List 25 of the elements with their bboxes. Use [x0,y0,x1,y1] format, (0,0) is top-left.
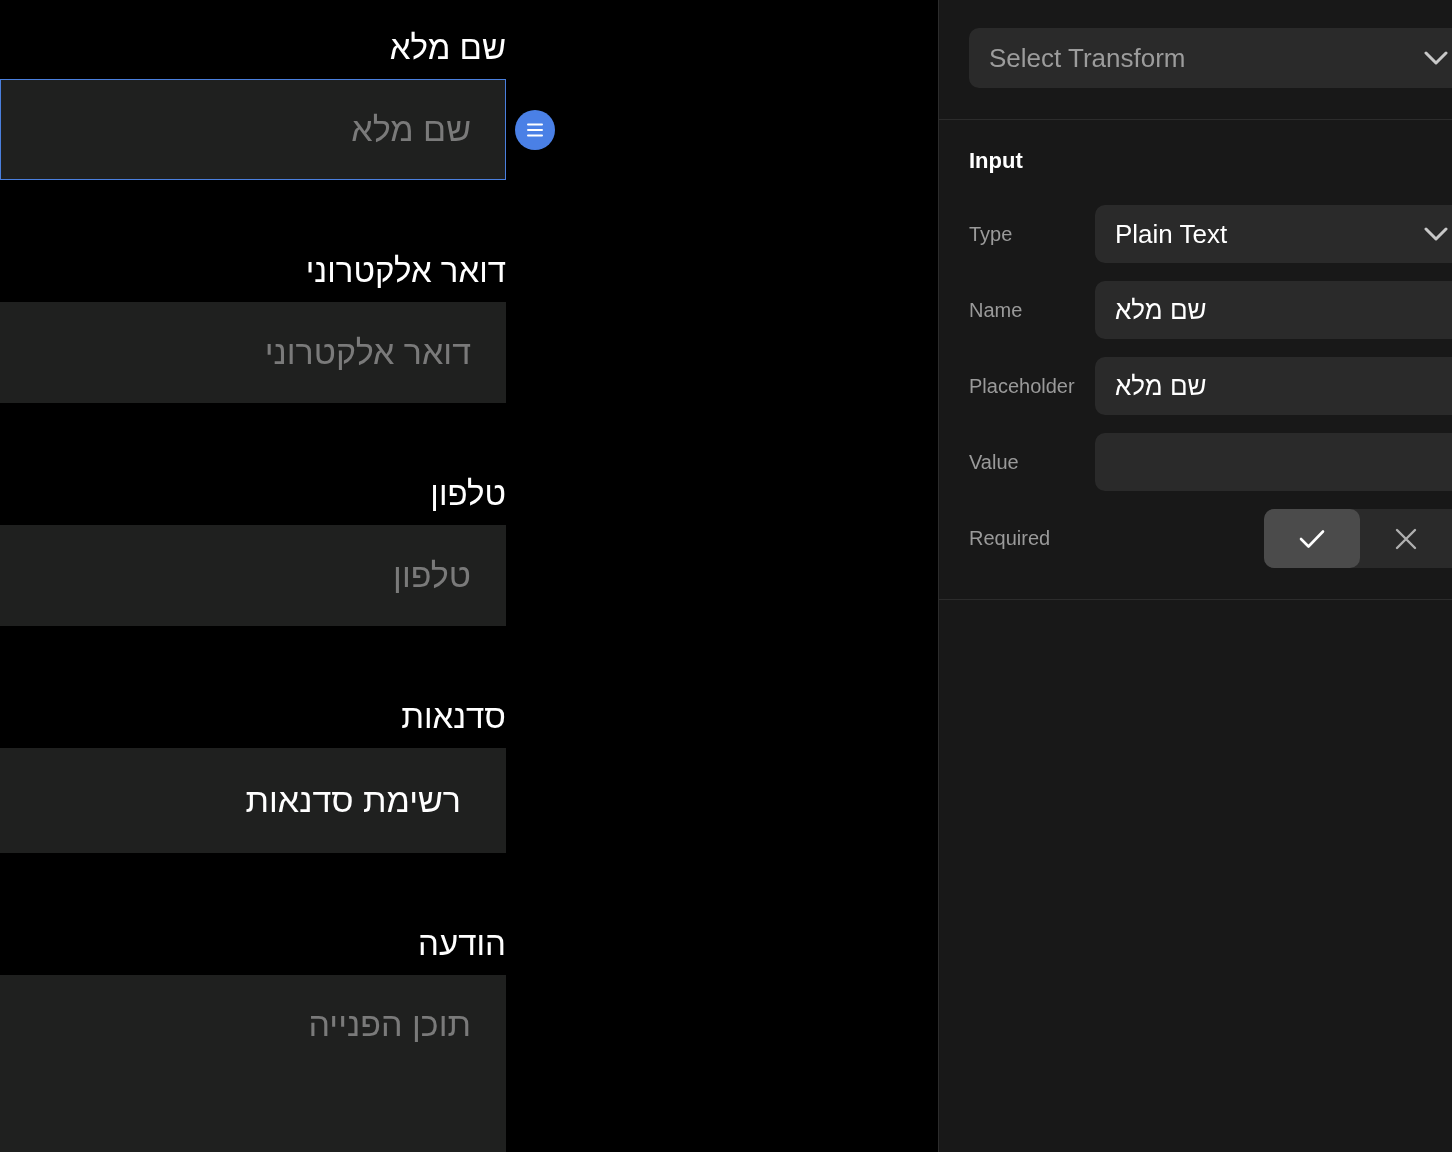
field-label: סדנאות [400,697,506,737]
text-input[interactable]: שם מלא [1095,281,1452,339]
property-label: Value [969,450,1020,474]
check-icon [1299,528,1325,549]
type-dropdown[interactable]: Plain Text [1095,205,1452,263]
close-icon [1395,527,1417,550]
chevron-down-icon [1424,51,1448,65]
property-label: Name [969,298,1024,322]
text-field[interactable]: טלפון [0,525,506,626]
section-title: Input [969,147,1024,175]
field-label: הודעה [417,924,506,964]
field-label: דואר אלקטרוני [304,251,506,291]
property-label: Required [969,527,1052,550]
text-field[interactable]: דואר אלקטרוני [0,302,506,403]
menu-icon[interactable] [515,109,555,150]
transform-dropdown[interactable]: Select Transform [969,28,1452,88]
property-label: Type [969,222,1014,246]
text-field[interactable]: שם מלא [0,79,506,180]
property-label: Placeholder [969,374,1076,398]
field-label: טלפון [429,474,506,514]
field-label: שם מלא [388,28,506,68]
textarea-field[interactable]: תוכן הפנייה [0,975,506,1152]
text-input[interactable]: שם מלא [1095,357,1452,415]
chevron-down-icon [1424,227,1448,241]
dropdown-field[interactable]: רשימת סדנאות [0,748,506,853]
